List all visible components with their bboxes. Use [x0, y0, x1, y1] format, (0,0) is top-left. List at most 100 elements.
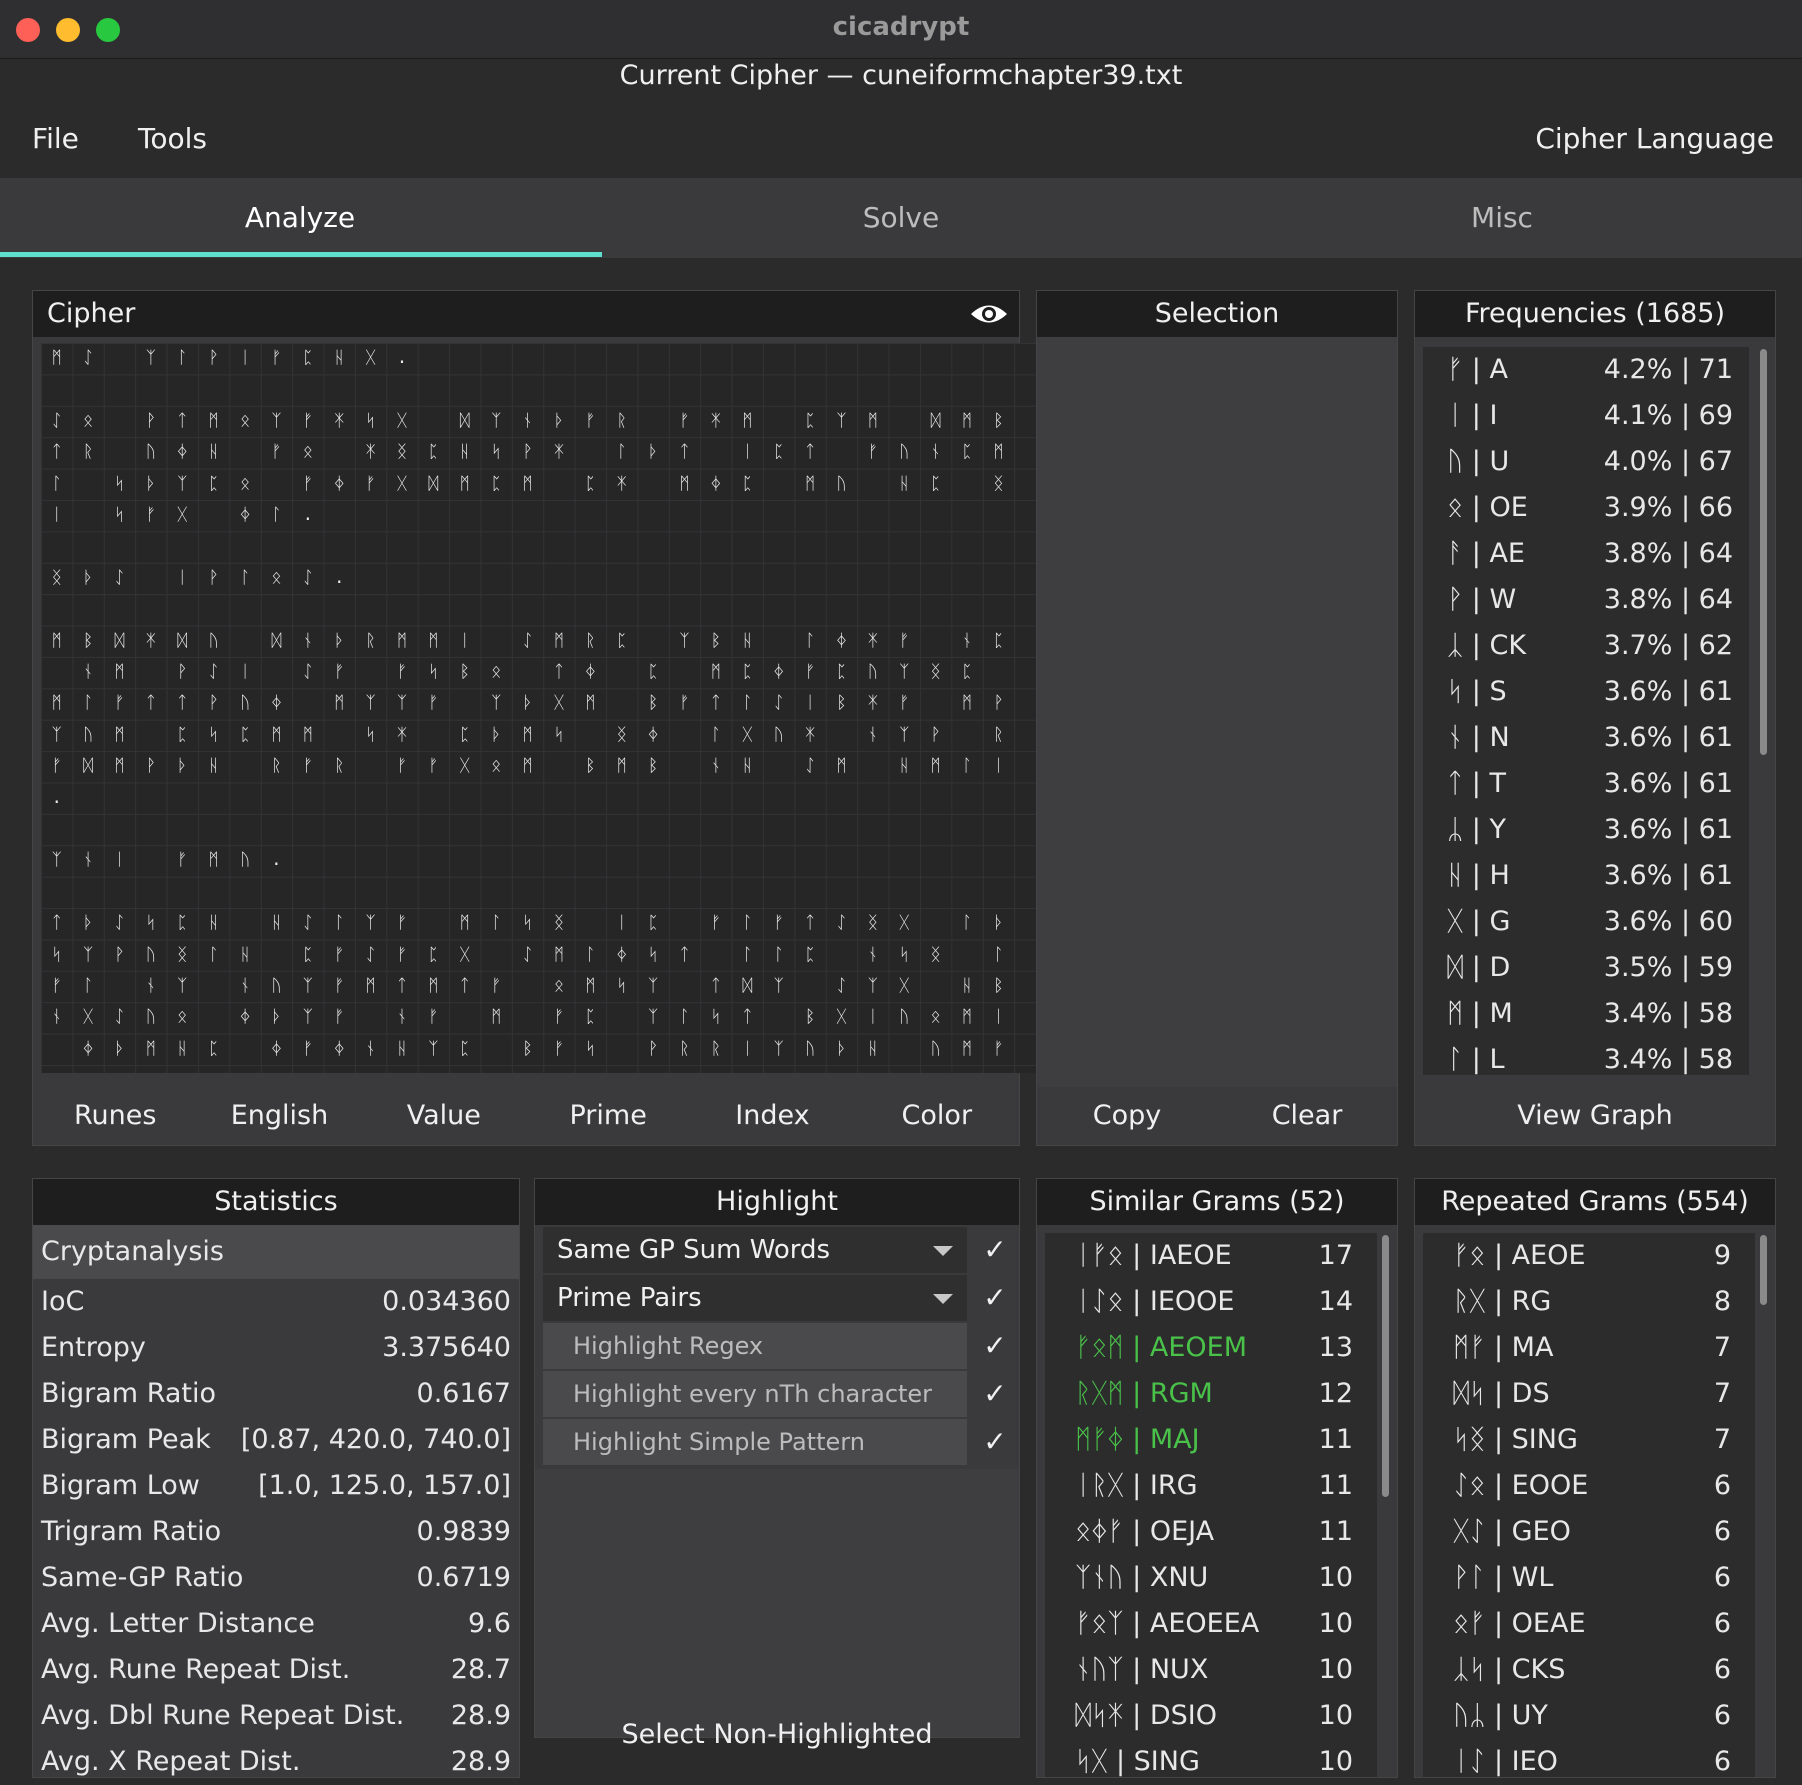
cipher-rune[interactable]: ᚠ [386, 752, 417, 781]
cipher-rune[interactable]: ᚦ [135, 470, 166, 499]
cipher-rune[interactable]: ᚹ [198, 564, 229, 593]
cipher-rune[interactable]: ᚢ [135, 1003, 166, 1032]
cipher-rune[interactable]: ᛗ [41, 627, 72, 656]
cipher-rune[interactable] [637, 470, 668, 499]
cipher-rune[interactable]: ᛏ [732, 1003, 763, 1032]
similar-gram-row[interactable]: ᛉᚾᚢ | XNU 10 [1045, 1555, 1377, 1601]
cipher-rune[interactable]: ᛏ [41, 438, 72, 467]
repeated-gram-row[interactable]: ᚢᛦ | UY 6 [1423, 1693, 1755, 1739]
cipher-rune[interactable]: ᛗ [983, 438, 1014, 467]
cipher-grid[interactable]: ᛗᛇᛉᛚᚹᛁᚠᛈᚺᚷ.ᛇᛟᚹᛏᛗᛟᛉᚠᛡᛋᚷᛞᛉᚾᚦᚠᚱᚠᛡᛗᛈᛉᛗᛞᛗᛒᛏᚱᚢ… [41, 343, 1045, 1073]
cipher-rune[interactable]: ᚠ [889, 627, 920, 656]
cipher-rune[interactable]: ᛈ [418, 941, 449, 970]
cipher-rune[interactable]: ᛡ [324, 407, 355, 436]
cipher-rune[interactable]: ᚠ [669, 407, 700, 436]
cipher-rune[interactable]: ᚠ [292, 752, 323, 781]
cipher-rune[interactable]: ᛗ [198, 846, 229, 875]
cipher-rune[interactable]: ᛒ [794, 1003, 825, 1032]
cipher-rune[interactable]: ᛁ [983, 752, 1014, 781]
cipher-rune[interactable]: ᛡ [355, 438, 386, 467]
cipher-rune[interactable]: ᛗ [575, 972, 606, 1001]
cipher-rune[interactable]: ᚾ [512, 407, 543, 436]
cipher-rune[interactable]: ᚹ [198, 689, 229, 718]
cipher-rune[interactable]: ᛒ [512, 1035, 543, 1064]
frequency-row[interactable]: ᛏ | T 3.6% | 61 [1423, 761, 1749, 807]
cipher-rune[interactable]: ᛈ [449, 721, 480, 750]
cipher-rune[interactable]: ᛈ [794, 407, 825, 436]
frequency-row[interactable]: ᛋ | S 3.6% | 61 [1423, 669, 1749, 715]
cipher-rune[interactable]: ᛉ [889, 721, 920, 750]
similar-gram-row[interactable]: ᚾᚢᛉ | NUX 10 [1045, 1647, 1377, 1693]
cipher-rune[interactable] [229, 752, 260, 781]
cipher-rune[interactable]: ᛚ [951, 909, 982, 938]
cipher-rune[interactable]: ᛈ [292, 941, 323, 970]
cipher-rune[interactable]: ᛚ [575, 941, 606, 970]
similar-grams-scrollbar[interactable] [1382, 1235, 1389, 1497]
cipher-rune[interactable]: ᛉ [637, 972, 668, 1001]
cipher-rune[interactable]: ᚹ [983, 689, 1014, 718]
cipher-rune[interactable]: ᛉ [261, 407, 292, 436]
cipher-rune[interactable]: ᛁ [449, 627, 480, 656]
cipher-rune[interactable]: ᛡ [606, 470, 637, 499]
cipher-rune[interactable]: ᛚ [732, 689, 763, 718]
cipher-rune[interactable] [763, 627, 794, 656]
copy-button[interactable]: Copy [1037, 1087, 1217, 1145]
prime-button[interactable]: Prime [526, 1087, 690, 1145]
cipher-rune[interactable] [857, 470, 888, 499]
cipher-rune[interactable]: ᛉ [355, 689, 386, 718]
cipher-rune[interactable]: ᛝ [543, 909, 574, 938]
similar-gram-row[interactable]: ᛞᛋᛡ | DSIO 10 [1045, 1693, 1377, 1739]
cipher-rune[interactable] [104, 438, 135, 467]
cipher-rune[interactable]: ᚠ [324, 658, 355, 687]
cipher-rune[interactable]: ᚷ [889, 909, 920, 938]
cipher-rune[interactable]: ᛉ [355, 909, 386, 938]
cipher-rune[interactable]: ᚠ [575, 407, 606, 436]
cipher-rune[interactable] [763, 407, 794, 436]
cipher-rune[interactable] [480, 941, 511, 970]
highlight-simple-pattern-check-icon[interactable]: ✓ [975, 1419, 1015, 1465]
cipher-rune[interactable]: ᚢ [857, 658, 888, 687]
cipher-rune[interactable]: ᛡ [135, 627, 166, 656]
cipher-rune[interactable]: ᛗ [575, 689, 606, 718]
cipher-rune[interactable]: ᚠ [418, 752, 449, 781]
cipher-rune[interactable] [575, 909, 606, 938]
cipher-rune[interactable]: ᚠ [292, 407, 323, 436]
similar-gram-row[interactable]: ᛁᚠᛟ | IAEOE 17 [1045, 1233, 1377, 1279]
cipher-rune[interactable]: ᛉ [292, 972, 323, 1001]
cipher-rune[interactable]: ᛈ [983, 627, 1014, 656]
cipher-rune[interactable]: ᛇ [292, 564, 323, 593]
cipher-rune[interactable]: ᚠ [794, 658, 825, 687]
cipher-rune[interactable]: ᛡ [543, 438, 574, 467]
repeated-gram-row[interactable]: ᛁᛇ | IEO 6 [1423, 1739, 1755, 1777]
cipher-rune[interactable] [889, 407, 920, 436]
cipher-rune[interactable]: ᛡ [700, 407, 731, 436]
cipher-rune[interactable] [72, 470, 103, 499]
frequency-row[interactable]: ᛞ | D 3.5% | 59 [1423, 945, 1749, 991]
cipher-rune[interactable]: ᛝ [167, 941, 198, 970]
repeated-gram-row[interactable]: ᛋᛝ | SING 7 [1423, 1417, 1755, 1463]
cipher-rune[interactable]: ᚢ [920, 1035, 951, 1064]
cipher-rune[interactable]: ᛄ [763, 658, 794, 687]
cipher-rune[interactable]: ᛈ [606, 627, 637, 656]
cipher-rune[interactable]: ᛚ [229, 564, 260, 593]
cipher-rune[interactable]: ᛋ [700, 1003, 731, 1032]
cipher-rune[interactable]: ᛝ [606, 721, 637, 750]
cipher-rune[interactable]: ᚦ [543, 407, 574, 436]
cipher-rune[interactable]: ᚷ [386, 470, 417, 499]
cipher-rune[interactable]: ᛗ [512, 752, 543, 781]
cipher-rune[interactable] [700, 438, 731, 467]
same-gp-sum-words-dropdown[interactable]: Same GP Sum Words [543, 1227, 967, 1273]
cipher-rune[interactable]: ᛈ [198, 1035, 229, 1064]
cipher-rune[interactable]: ᛝ [41, 564, 72, 593]
cipher-rune[interactable]: ᛗ [104, 658, 135, 687]
cipher-rune[interactable]: ᛉ [763, 1035, 794, 1064]
cipher-rune[interactable] [763, 470, 794, 499]
cipher-rune[interactable]: ᛗ [512, 721, 543, 750]
cipher-rune[interactable]: ᛞ [104, 627, 135, 656]
cipher-rune[interactable]: ᛁ [794, 689, 825, 718]
cipher-rune[interactable]: ᛗ [104, 721, 135, 750]
cipher-rune[interactable]: ᛈ [418, 438, 449, 467]
cipher-rune[interactable]: ᚷ [386, 407, 417, 436]
cipher-rune[interactable]: ᛇ [72, 344, 103, 373]
cipher-rune[interactable]: . [386, 344, 417, 373]
